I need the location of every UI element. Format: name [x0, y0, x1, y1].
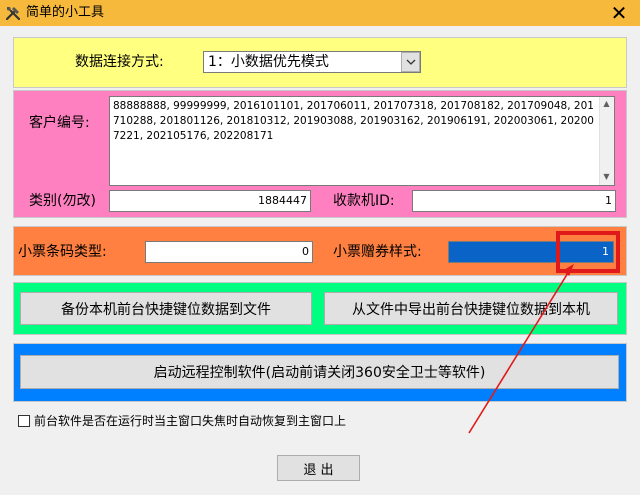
exit-button[interactable]: 退 出	[277, 455, 360, 481]
barcode-type-value: 0	[302, 245, 309, 258]
scroll-down-icon[interactable]: ▼	[600, 171, 613, 183]
import-hotkeys-button[interactable]: 从文件中导出前台快捷键位数据到本机	[324, 292, 618, 325]
coupon-style-label: 小票赠券样式:	[333, 244, 422, 260]
annotation-highlight-box	[556, 231, 620, 273]
launch-remote-control-button[interactable]: 启动远程控制软件(启动前请关闭360安全卫士等软件)	[20, 355, 619, 389]
auto-restore-label: 前台软件是否在运行时当主窗口失焦时自动恢复到主窗口上	[34, 414, 347, 428]
close-icon[interactable]: ✕	[598, 0, 640, 26]
backup-hotkeys-button[interactable]: 备份本机前台快捷键位数据到文件	[20, 292, 312, 325]
connection-mode-label: 数据连接方式:	[75, 54, 164, 70]
scroll-up-icon[interactable]: ▲	[600, 98, 613, 110]
auto-restore-checkbox[interactable]	[18, 415, 30, 427]
pos-id-value: 1	[605, 194, 612, 207]
window-title: 简单的小工具	[26, 5, 105, 20]
category-label: 类别(勿改)	[29, 193, 96, 209]
category-value: 1884447	[258, 194, 307, 207]
barcode-type-label: 小票条码类型:	[18, 244, 107, 260]
chevron-down-icon[interactable]	[401, 52, 420, 72]
tools-icon	[4, 4, 22, 22]
customer-id-label: 客户编号:	[29, 115, 90, 131]
connection-mode-value: 1：小数据优先模式	[208, 54, 329, 70]
customer-id-text: 88888888, 99999999, 2016101101, 20170601…	[113, 100, 594, 142]
pos-id-label: 收款机ID:	[333, 193, 395, 209]
